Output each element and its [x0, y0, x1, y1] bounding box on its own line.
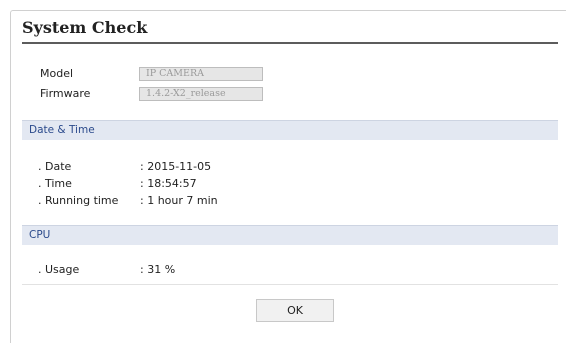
section-title-date-time: Date & Time [29, 124, 95, 136]
dialog-panel [10, 10, 566, 343]
title-divider [22, 42, 558, 44]
running-time-label: . Running time [38, 194, 119, 207]
model-field: IP CAMERA [139, 67, 263, 81]
usage-label: . Usage [38, 263, 80, 276]
time-label: . Time [38, 177, 72, 190]
section-header-date-time: Date & Time [22, 120, 558, 140]
ok-button[interactable]: OK [256, 299, 334, 322]
usage-value: : 31 % [140, 263, 176, 276]
model-label: Model [40, 67, 74, 80]
date-label: . Date [38, 160, 72, 173]
running-time-value: : 1 hour 7 min [140, 194, 218, 207]
page-title: System Check [22, 18, 148, 37]
firmware-label: Firmware [40, 87, 91, 100]
time-value: : 18:54:57 [140, 177, 197, 190]
section-title-cpu: CPU [29, 229, 51, 241]
date-value: : 2015-11-05 [140, 160, 212, 173]
footer-divider [22, 284, 558, 285]
firmware-field: 1.4.2-X2_release [139, 87, 263, 101]
section-header-cpu: CPU [22, 225, 558, 245]
